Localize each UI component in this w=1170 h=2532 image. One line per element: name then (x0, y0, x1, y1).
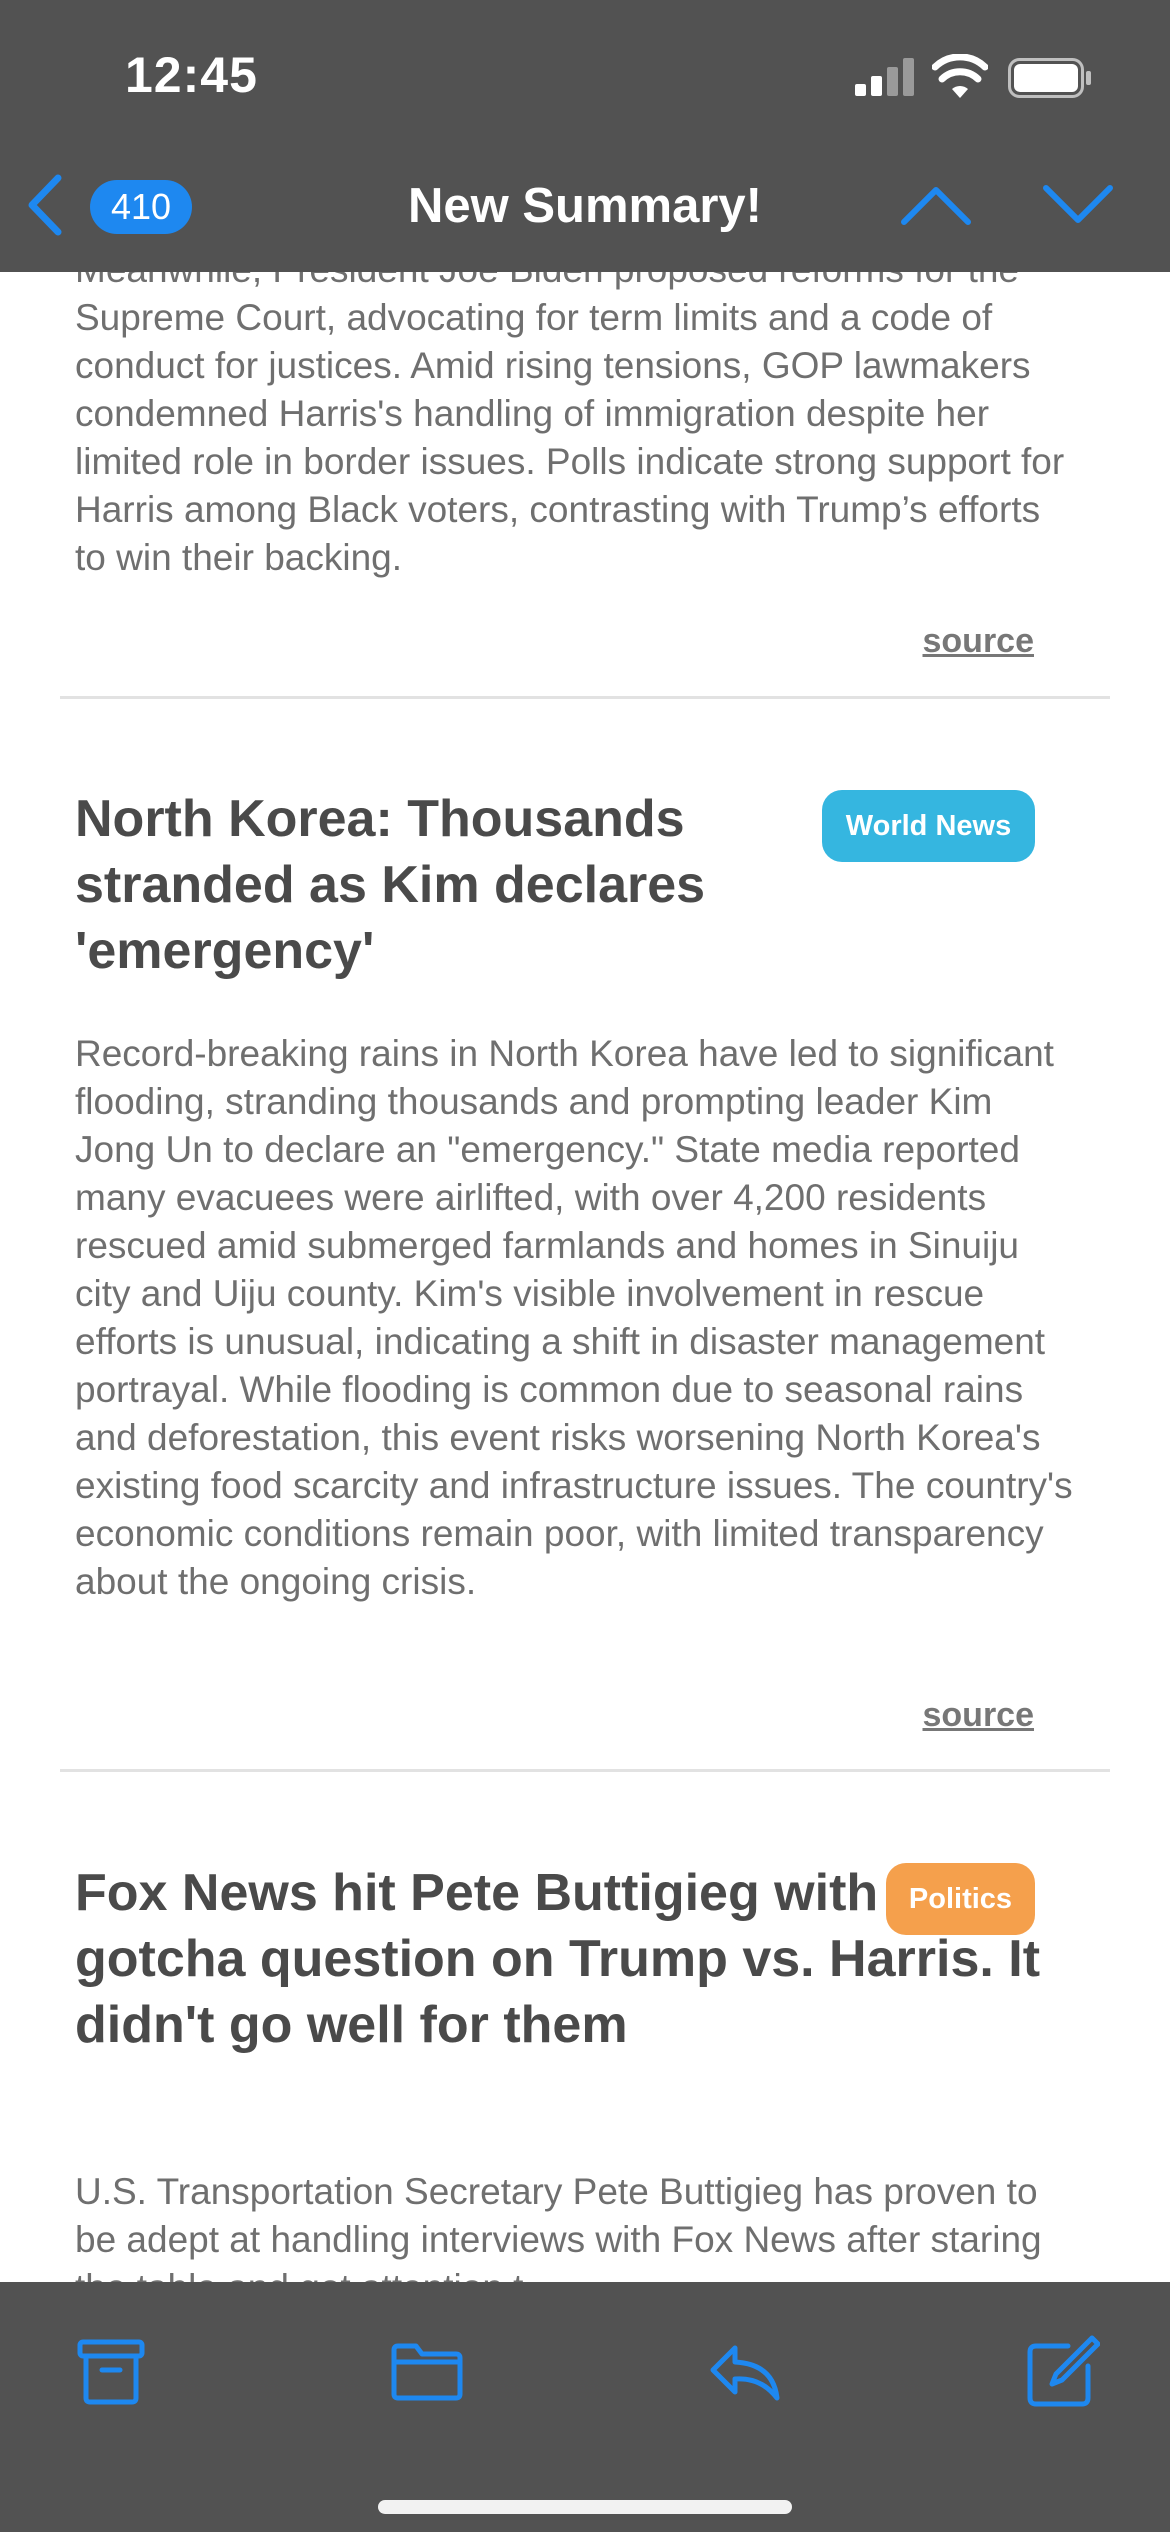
home-indicator[interactable] (378, 2500, 792, 2514)
previous-message-icon[interactable] (898, 180, 974, 230)
wifi-icon (932, 54, 988, 98)
bottom-toolbar (0, 2282, 1170, 2532)
category-tag-world-news: World News (822, 790, 1035, 862)
reply-icon[interactable] (705, 2332, 783, 2410)
divider (60, 696, 1110, 699)
folder-icon[interactable] (388, 2332, 466, 2410)
page-title: New Summary! (407, 179, 762, 233)
battery-icon (1008, 58, 1091, 98)
summary-content[interactable]: Meanwhile, President Joe Biden proposed … (0, 272, 1170, 2282)
article-summary-text: U.S. Transportation Secretary Pete Butti… (75, 2171, 1042, 2282)
top-bar: 12:45 410 New Summary! (0, 0, 1170, 272)
archive-icon[interactable] (72, 2332, 150, 2410)
next-message-icon[interactable] (1040, 180, 1116, 230)
source-link[interactable]: source (923, 622, 1035, 661)
category-tag-politics: Politics (886, 1863, 1035, 1935)
article-summary-text: Meanwhile, President Joe Biden proposed … (75, 272, 1065, 578)
compose-icon[interactable] (1022, 2332, 1100, 2410)
article-headline: North Korea: Thousands stranded as Kim d… (75, 790, 706, 980)
cellular-signal-icon (855, 58, 914, 96)
status-time: 12:45 (125, 47, 258, 103)
article-summary-text: Record-breaking rains in North Korea hav… (75, 1033, 1073, 1602)
divider (60, 1769, 1110, 1772)
source-link[interactable]: source (923, 1696, 1035, 1735)
